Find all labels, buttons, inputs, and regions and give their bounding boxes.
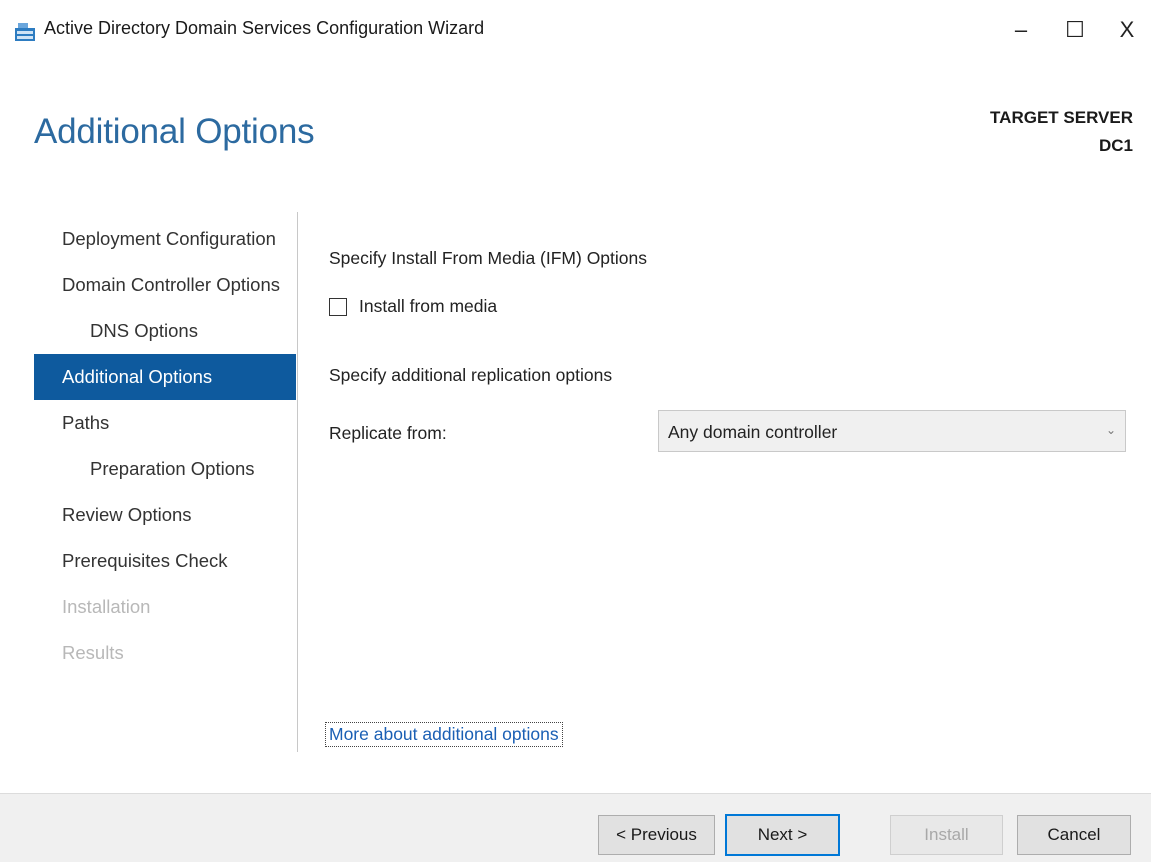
close-button[interactable]: X: [1104, 8, 1150, 52]
replicate-from-label: Replicate from:: [329, 423, 447, 443]
target-server-name: DC1: [1098, 136, 1133, 155]
install-button: Install: [890, 815, 1003, 855]
maximize-icon: ☐: [1065, 17, 1085, 42]
nav-item-dns-options[interactable]: DNS Options: [34, 308, 296, 354]
nav-divider: [297, 212, 298, 752]
close-icon: X: [1119, 17, 1135, 42]
nav-item-review-options[interactable]: Review Options: [34, 492, 296, 538]
chevron-down-icon: ⌄: [1105, 423, 1116, 437]
nav-item-results: Results: [62, 642, 124, 663]
title-bar: Active Directory Domain Services Configu…: [0, 0, 1151, 60]
nav-item-domain-controller-options[interactable]: Domain Controller Options: [34, 262, 296, 308]
nav-item-additional-options[interactable]: Additional Options: [34, 354, 296, 400]
replicate-from-value: Any domain controller: [668, 422, 838, 442]
nav-item-installation: Installation: [62, 596, 151, 617]
nav-item-preparation-options[interactable]: Preparation Options: [34, 446, 296, 492]
install-from-media-option[interactable]: Install from media: [329, 296, 497, 317]
cancel-button[interactable]: Cancel: [1017, 815, 1131, 855]
more-about-additional-options-link[interactable]: More about additional options: [325, 722, 563, 747]
replication-options-heading: Specify additional replication options: [329, 365, 613, 385]
nav-item-paths[interactable]: Paths: [34, 400, 296, 446]
replicate-from-dropdown[interactable]: Any domain controller ⌄: [658, 410, 1126, 452]
window-title: Active Directory Domain Services Configu…: [44, 18, 485, 38]
maximize-button[interactable]: ☐: [1052, 8, 1098, 52]
server-icon: [15, 23, 35, 41]
install-from-media-label[interactable]: Install from media: [359, 296, 497, 317]
nav-item-prerequisites-check[interactable]: Prerequisites Check: [34, 538, 296, 584]
minimize-icon: –: [1014, 17, 1028, 42]
install-from-media-checkbox[interactable]: [329, 297, 347, 316]
nav-item-deployment-configuration[interactable]: Deployment Configuration: [34, 216, 296, 262]
page-title: Additional Options: [34, 112, 315, 151]
ifm-options-heading: Specify Install From Media (IFM) Options: [329, 248, 647, 268]
next-button[interactable]: Next >: [725, 814, 840, 856]
previous-button[interactable]: < Previous: [598, 815, 715, 855]
wizard-steps-nav: Deployment Configuration Domain Controll…: [34, 216, 296, 676]
minimize-button[interactable]: –: [998, 8, 1044, 52]
target-server-label: TARGET SERVER: [990, 108, 1133, 127]
